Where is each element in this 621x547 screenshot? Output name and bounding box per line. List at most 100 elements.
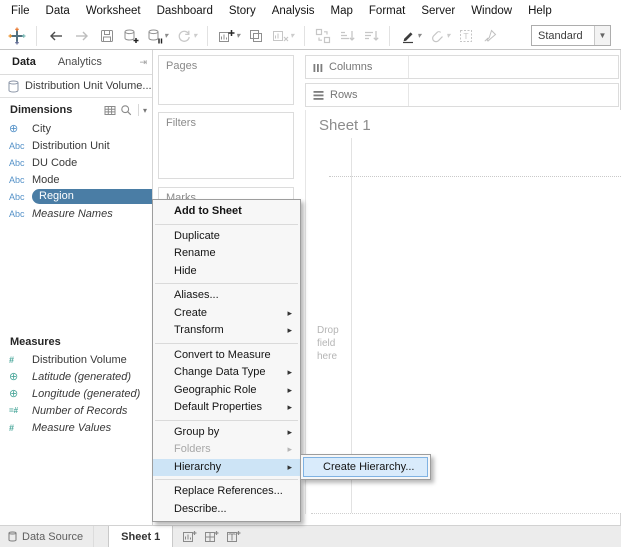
field-measure-values[interactable]: # Measure Values [0,419,152,436]
data-source-name: Distribution Unit Volume... [25,80,152,92]
menu-map[interactable]: Map [323,2,361,20]
menu-dashboard[interactable]: Dashboard [149,2,221,20]
field-measure-names[interactable]: Abc Measure Names [0,205,152,222]
menu-item-duplicate[interactable]: Duplicate [153,228,300,246]
menu-item-folders: Folders [153,441,300,459]
field-du-code[interactable]: Abc DU Code [0,154,152,171]
field-context-menu: Add to Sheet Duplicate Rename Hide Alias… [152,199,301,522]
group-members-icon[interactable]: ▾ [426,24,453,48]
menu-item-convert-to-measure[interactable]: Convert to Measure [153,347,300,365]
pages-shelf-label: Pages [166,60,198,72]
new-story-icon[interactable] [226,530,241,543]
toolbar-separator [207,25,209,46]
sort-ascending-icon[interactable] [336,24,358,48]
menu-item-hierarchy[interactable]: Hierarchy [153,458,300,476]
menu-file[interactable]: File [3,2,38,20]
rows-shelf-label: Rows [306,84,409,106]
menu-item-transform[interactable]: Transform [153,322,300,340]
fit-selector-value: Standard [538,29,583,42]
new-dashboard-icon[interactable] [204,530,219,543]
menu-format[interactable]: Format [361,2,413,20]
field-label: Longitude (generated) [32,387,141,400]
menu-item-rename[interactable]: Rename [153,245,300,263]
field-longitude[interactable]: ⊕ Longitude (generated) [0,385,152,402]
menu-analysis[interactable]: Analysis [264,2,323,20]
field-city[interactable]: ⊕ City [0,120,152,137]
field-label: Measure Values [32,421,112,434]
dimensions-menu-icon[interactable]: ▾ [143,106,147,115]
menu-bar: File Data Worksheet Dashboard Story Anal… [0,0,621,22]
redo-icon[interactable] [70,24,94,48]
menu-server[interactable]: Server [413,2,463,20]
menu-separator [155,419,298,421]
menu-item-group-by[interactable]: Group by [153,424,300,442]
tableau-window: { "menu_bar": { "items": ["File", "Data"… [0,0,621,547]
show-mark-labels-icon[interactable]: T [455,24,477,48]
field-region-selected[interactable]: Abc Region [0,188,152,205]
field-distribution-unit[interactable]: Abc Distribution Unit [0,137,152,154]
menu-item-describe[interactable]: Describe... [153,501,300,519]
fit-selector[interactable]: Standard ▼ [531,25,611,46]
data-source-item[interactable]: Distribution Unit Volume... [0,75,152,97]
menu-item-change-data-type[interactable]: Change Data Type [153,364,300,382]
dropdown-caret-icon: ▾ [193,31,198,40]
new-data-source-icon[interactable] [120,24,142,48]
menu-story[interactable]: Story [221,2,264,20]
filters-shelf[interactable]: Filters [158,112,294,179]
collapse-pane-icon[interactable]: ⇥ [139,57,152,68]
data-pane-tabs: Data Analytics ⇥ [0,50,152,75]
search-icon[interactable] [120,104,132,116]
menu-item-geographic-role[interactable]: Geographic Role [153,382,300,400]
dropdown-caret-icon: ▾ [290,31,295,40]
canvas-bottom-guide [311,513,621,514]
dropdown-caret-icon: ▾ [446,31,451,40]
field-distribution-volume[interactable]: # Distribution Volume [0,351,152,368]
field-mode[interactable]: Abc Mode [0,171,152,188]
fix-axes-icon[interactable] [479,24,501,48]
header-separator [137,104,139,116]
selected-field-pill[interactable]: Region [32,189,152,204]
dimensions-title: Dimensions [10,104,73,116]
database-icon [8,79,19,93]
menu-worksheet[interactable]: Worksheet [78,2,149,20]
new-worksheet-icon[interactable] [182,530,197,543]
pages-shelf[interactable]: Pages [158,55,294,105]
field-number-of-records[interactable]: =# Number of Records [0,402,152,419]
view-data-grid-icon[interactable] [104,105,116,116]
tab-data[interactable]: Data [0,56,48,68]
fit-selector-dropdown-icon[interactable]: ▼ [594,26,610,45]
tab-sheet-1[interactable]: Sheet 1 [108,526,174,547]
highlight-icon[interactable]: ▾ [397,24,424,48]
new-worksheet-icon[interactable]: ▾ [215,24,243,48]
menu-item-replace-references[interactable]: Replace References... [153,483,300,501]
measures-title: Measures [10,336,61,348]
menu-window[interactable]: Window [463,2,520,20]
menu-item-add-to-sheet[interactable]: Add to Sheet [153,203,300,221]
menu-data[interactable]: Data [38,2,78,20]
undo-icon[interactable] [44,24,68,48]
number-icon: # [9,422,15,433]
refresh-icon[interactable]: ▾ [173,24,200,48]
columns-shelf[interactable]: Columns [305,55,619,79]
tab-analytics[interactable]: Analytics [48,56,140,68]
menu-item-aliases[interactable]: Aliases... [153,287,300,305]
field-latitude[interactable]: ⊕ Latitude (generated) [0,368,152,385]
menu-item-default-properties[interactable]: Default Properties [153,399,300,417]
rows-shelf[interactable]: Rows [305,83,619,107]
columns-shelf-label: Columns [306,56,409,78]
menu-item-create[interactable]: Create [153,305,300,323]
clear-sheet-icon[interactable]: ▾ [269,24,297,48]
menu-item-hide[interactable]: Hide [153,263,300,281]
sort-descending-icon[interactable] [360,24,382,48]
tab-data-source[interactable]: Data Source [0,526,95,547]
field-label: Distribution Unit [32,139,110,152]
menu-help[interactable]: Help [520,2,560,20]
menu-item-create-hierarchy[interactable]: Create Hierarchy... [303,457,428,477]
pause-auto-updates-icon[interactable]: ▾ [144,24,171,48]
field-label: Latitude (generated) [32,370,132,383]
tableau-logo-icon[interactable] [5,24,29,48]
duplicate-sheet-icon[interactable] [245,24,267,48]
swap-rows-columns-icon[interactable] [312,24,334,48]
save-icon[interactable] [96,24,118,48]
abc-icon: Abc [9,174,25,185]
